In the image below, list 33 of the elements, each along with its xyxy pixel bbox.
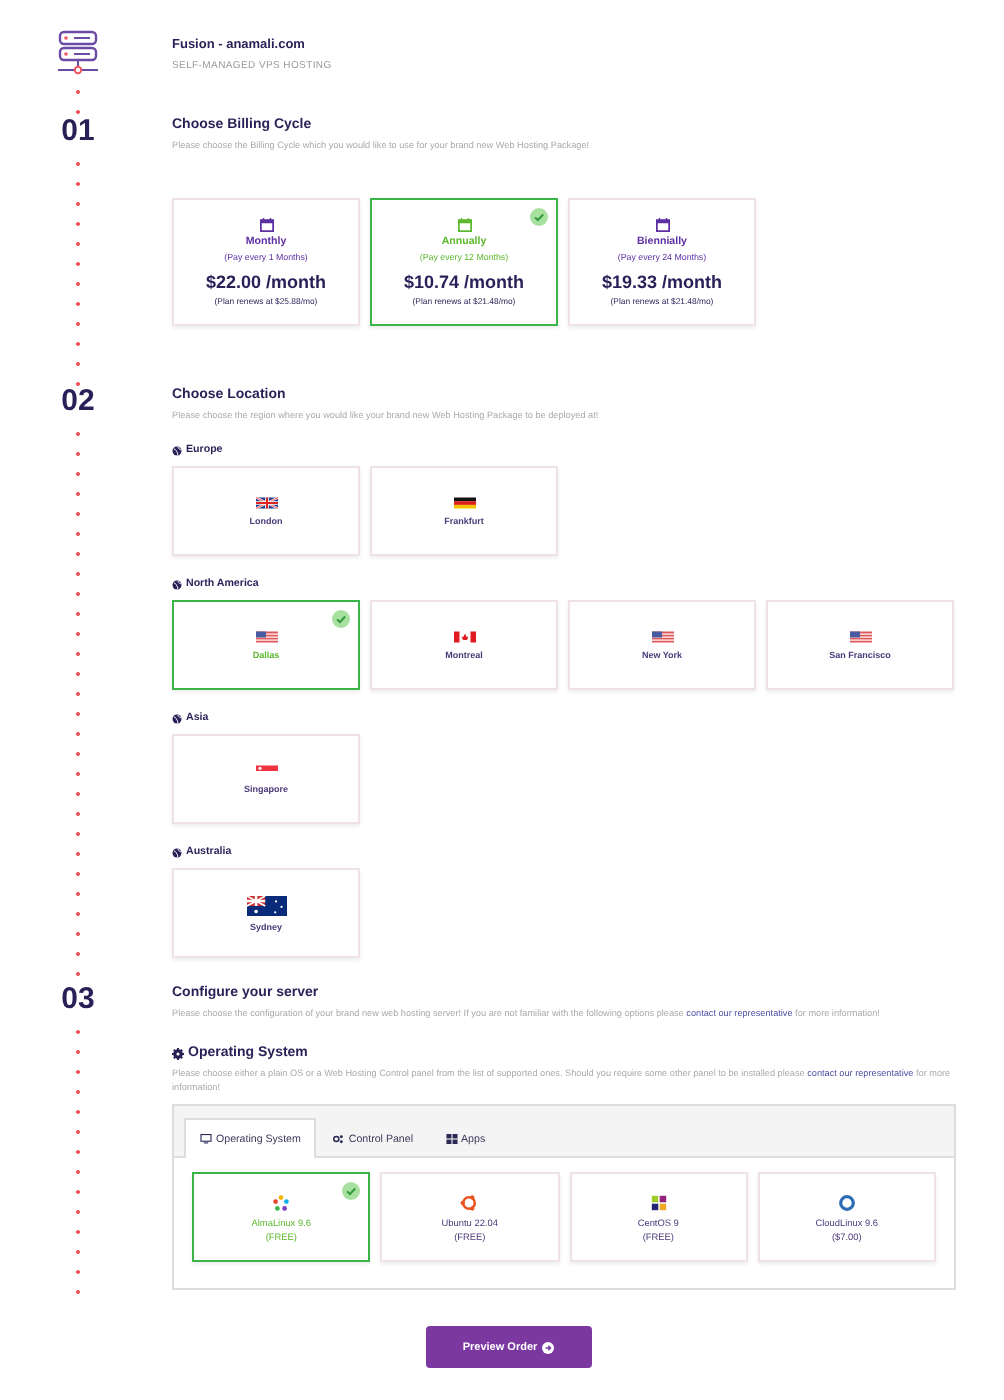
billing-price: $19.33 /month bbox=[601, 272, 723, 292]
gear-icon bbox=[172, 1047, 184, 1059]
check-icon bbox=[342, 1182, 361, 1200]
gears-icon bbox=[332, 1134, 345, 1144]
logo-icon bbox=[837, 1193, 856, 1211]
logo-icon bbox=[272, 1193, 291, 1211]
step-number: 01 bbox=[61, 116, 95, 148]
logo-icon bbox=[649, 1193, 668, 1211]
calendar-icon bbox=[259, 218, 273, 232]
flag-icon bbox=[255, 630, 277, 644]
flag-icon bbox=[453, 630, 475, 644]
flag-icon bbox=[255, 496, 277, 510]
check-icon bbox=[530, 208, 548, 226]
calendar-icon bbox=[457, 218, 471, 232]
calendar-icon bbox=[655, 218, 669, 232]
flag-icon bbox=[651, 630, 673, 644]
billing-price: $10.74 /month bbox=[403, 272, 525, 292]
globe-icon bbox=[172, 445, 182, 455]
grid-icon bbox=[445, 1134, 458, 1144]
check-icon bbox=[332, 610, 350, 628]
logo-icon bbox=[460, 1193, 479, 1211]
flag-icon bbox=[453, 496, 475, 510]
step-number: 02 bbox=[61, 386, 95, 418]
globe-icon bbox=[172, 713, 182, 723]
step-number: 03 bbox=[61, 984, 95, 1016]
globe-icon bbox=[172, 579, 182, 589]
billing-price: $22.00 /month bbox=[205, 272, 327, 292]
globe-icon bbox=[172, 847, 182, 857]
server-icon bbox=[56, 28, 100, 76]
flag-icon bbox=[849, 630, 871, 644]
flag-icon bbox=[245, 895, 287, 915]
monitor-icon bbox=[200, 1134, 212, 1144]
arrow-icon bbox=[541, 1341, 554, 1353]
